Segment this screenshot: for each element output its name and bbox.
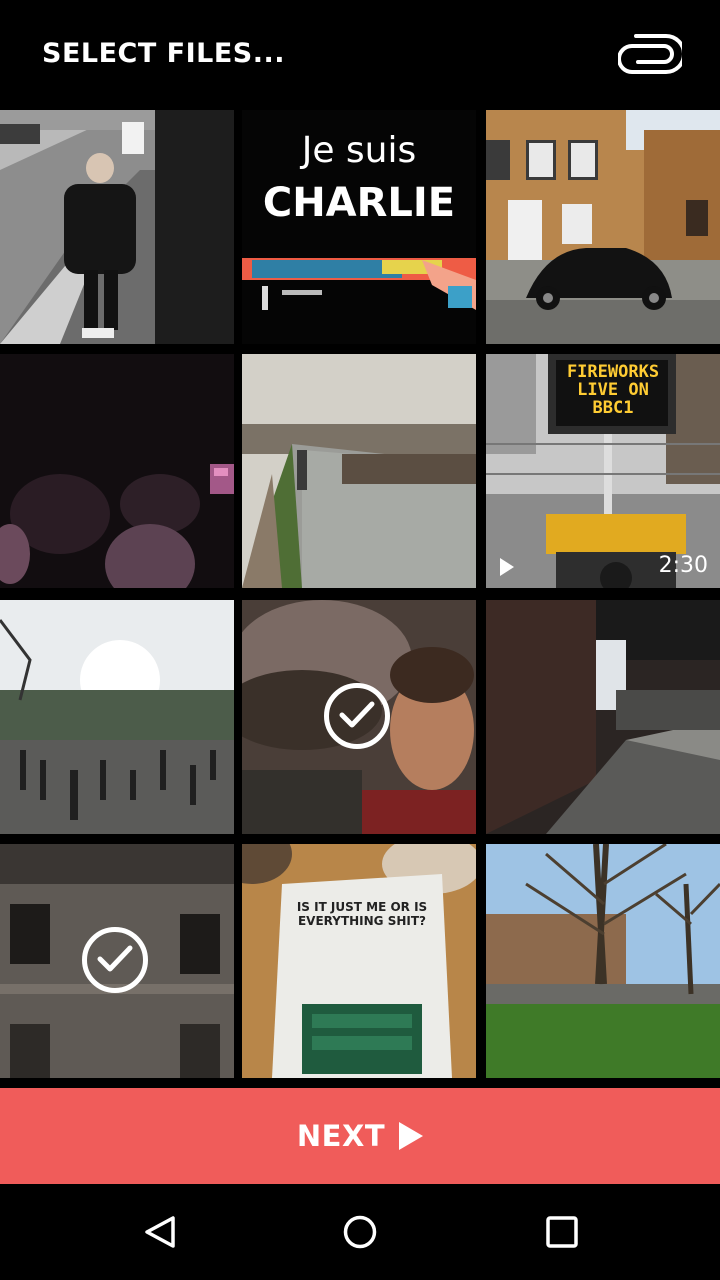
selected-check-icon[interactable]: [324, 683, 390, 749]
media-grid: Je suis CHARLIE FIREWORKS LIVE ON BBC1 2…: [0, 110, 720, 1088]
selected-check-icon[interactable]: [82, 927, 148, 993]
photo-je-suis-charlie[interactable]: Je suis CHARLIE: [242, 110, 476, 344]
book-title: IS IT JUST ME OR IS EVERYTHING SHIT?: [296, 900, 428, 929]
play-arrow-icon: [399, 1122, 424, 1150]
photo-trees-houses[interactable]: [486, 844, 720, 1078]
next-button-label: NEXT: [296, 1119, 386, 1153]
home-circle-icon[interactable]: [300, 1184, 420, 1280]
back-triangle-icon[interactable]: [100, 1184, 220, 1280]
photo-park-crowd[interactable]: [0, 600, 234, 834]
app-header: SELECT FILES...: [0, 0, 720, 110]
play-icon: [500, 558, 514, 576]
fireworks-sign-text: FIREWORKS LIVE ON BBC1: [566, 362, 660, 418]
photo-building-facade[interactable]: [0, 844, 234, 1078]
paperclip-icon[interactable]: [617, 32, 686, 76]
charlie-line1: Je suis: [301, 130, 417, 171]
charlie-line2: CHARLIE: [262, 180, 456, 226]
photo-street-bridge[interactable]: [486, 600, 720, 834]
photo-vw-beetle-houses[interactable]: [486, 110, 720, 344]
page-title: SELECT FILES...: [42, 38, 286, 69]
photo-selfie[interactable]: [242, 600, 476, 834]
photo-child-walking[interactable]: [0, 110, 234, 344]
next-button[interactable]: NEXT: [0, 1088, 720, 1184]
video-duration: 2:30: [658, 553, 708, 578]
photo-book[interactable]: IS IT JUST ME OR IS EVERYTHING SHIT?: [242, 844, 476, 1078]
video-fireworks-sign[interactable]: FIREWORKS LIVE ON BBC1 2:30: [486, 354, 720, 588]
photo-canal[interactable]: [242, 354, 476, 588]
system-nav-bar: [0, 1184, 720, 1280]
recents-square-icon[interactable]: [502, 1184, 622, 1280]
photo-dark-crowd[interactable]: [0, 354, 234, 588]
